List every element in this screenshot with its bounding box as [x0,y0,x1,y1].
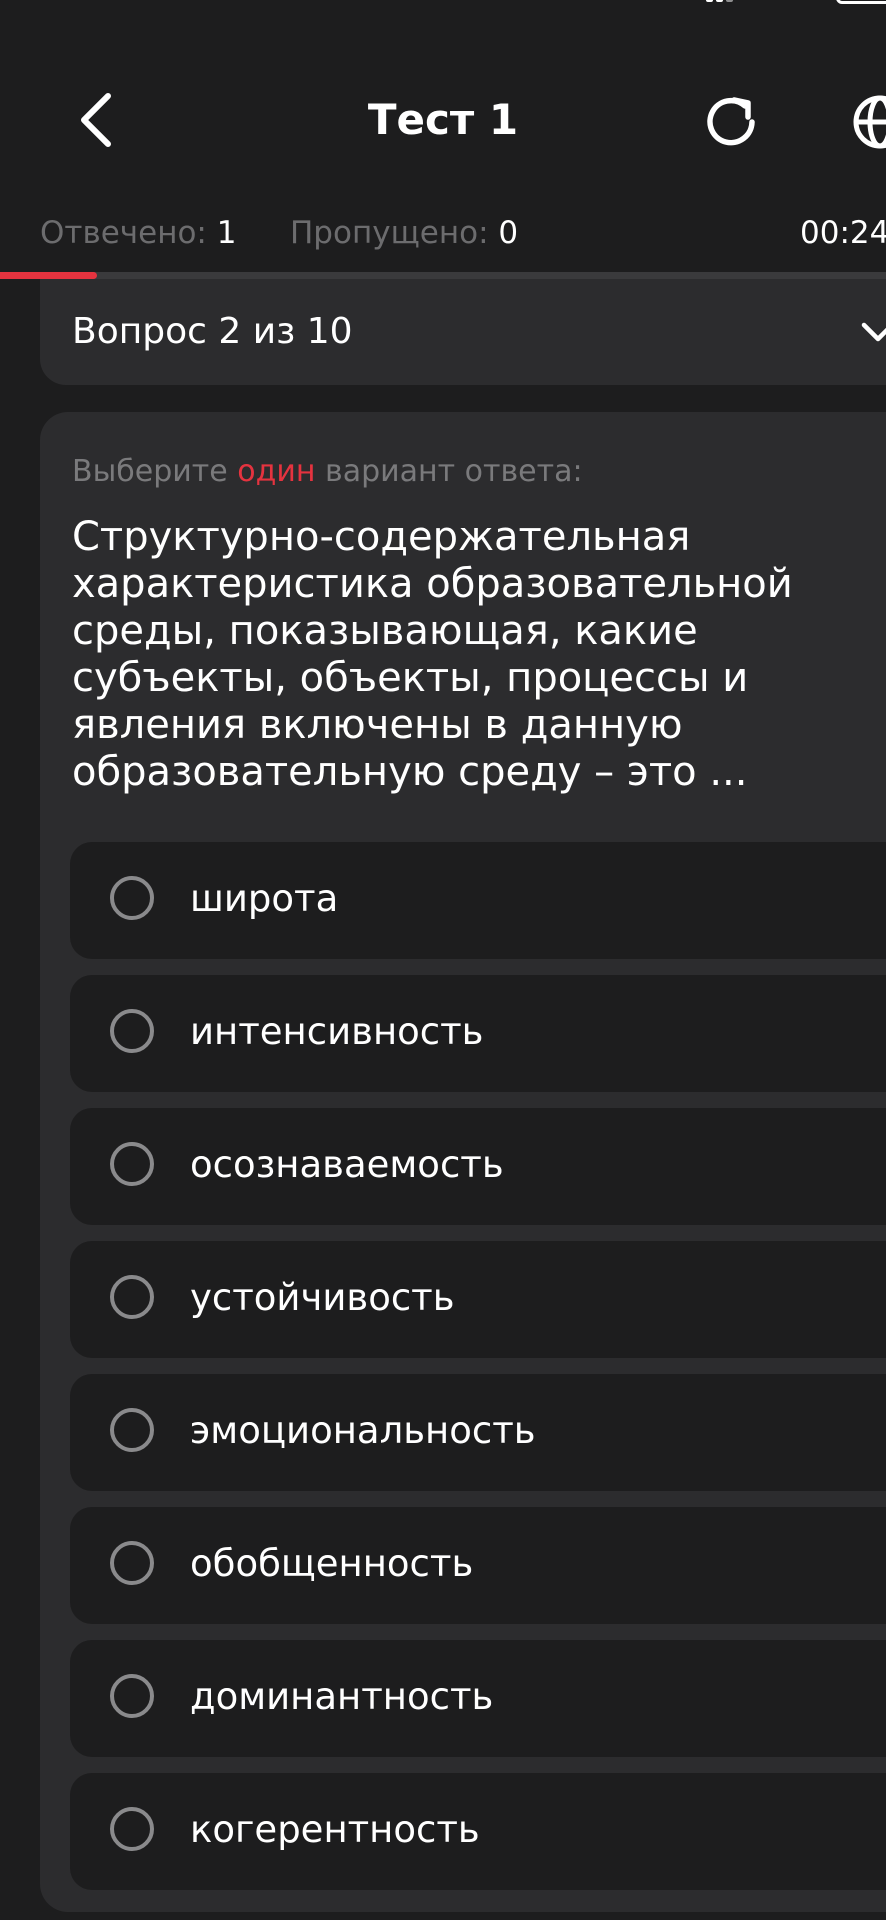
answer-option[interactable]: устойчивость [70,1241,886,1358]
answer-instruction: Выберите один вариант ответа: [72,436,583,508]
battery-icon [836,0,886,4]
radio-button[interactable] [110,876,154,920]
skipped-label: Пропущено: [290,215,489,251]
question-selector[interactable]: Вопрос 2 из 10 [40,279,886,385]
answer-option[interactable]: широта [70,842,886,959]
instruction-suffix: вариант ответа: [325,454,583,489]
radio-button[interactable] [110,1009,154,1053]
skipped-counter: Пропущено: 0 [290,208,518,258]
reload-icon [707,97,755,146]
option-label: обобщенность [190,1542,474,1585]
timer: 00:24 [800,215,886,251]
option-label: интенсивность [190,1010,484,1053]
instruction-highlight: один [237,454,316,489]
status-bar [0,0,886,40]
option-label: широта [190,877,339,920]
radio-button[interactable] [110,1408,154,1452]
chevron-down-icon [861,322,886,342]
answer-option[interactable]: эмоциональность [70,1374,886,1491]
question-card: Выберите один вариант ответа: Структурно… [40,412,886,1912]
quiz-stats: Отвечено: 1 Пропущено: 0 00:24 [0,208,886,258]
radio-button[interactable] [110,1807,154,1851]
option-label: эмоциональность [190,1409,536,1452]
option-label: осознаваемость [190,1143,504,1186]
answered-value: 1 [216,215,237,251]
answer-option[interactable]: осознаваемость [70,1108,886,1225]
skipped-value: 0 [498,215,519,251]
instruction-prefix: Выберите [72,454,228,489]
answer-option[interactable]: когерентность [70,1773,886,1890]
progress-fill [0,272,98,279]
question-text: Структурно-содержательная характеристика… [72,514,793,795]
answered-label: Отвечено: [40,215,207,251]
language-button[interactable] [850,92,886,152]
radio-button[interactable] [110,1142,154,1186]
option-label: доминантность [190,1675,494,1718]
answer-option[interactable]: обобщенность [70,1507,886,1624]
question-number: Вопрос 2 из 10 [72,311,353,352]
progress-bar [0,272,886,279]
radio-button[interactable] [110,1275,154,1319]
reload-button[interactable] [702,92,762,152]
radio-button[interactable] [110,1674,154,1718]
answered-counter: Отвечено: 1 [40,208,236,258]
radio-button[interactable] [110,1541,154,1585]
answer-option[interactable]: интенсивность [70,975,886,1092]
answer-option[interactable]: доминантность [70,1640,886,1757]
app-header: Тест 1 [0,68,886,172]
globe-icon [853,95,886,149]
option-label: когерентность [190,1808,480,1851]
signal-icon [706,0,742,2]
answer-options: широта интенсивность осознаваемость устойчи… [70,842,886,1906]
option-label: устойчивость [190,1276,455,1319]
